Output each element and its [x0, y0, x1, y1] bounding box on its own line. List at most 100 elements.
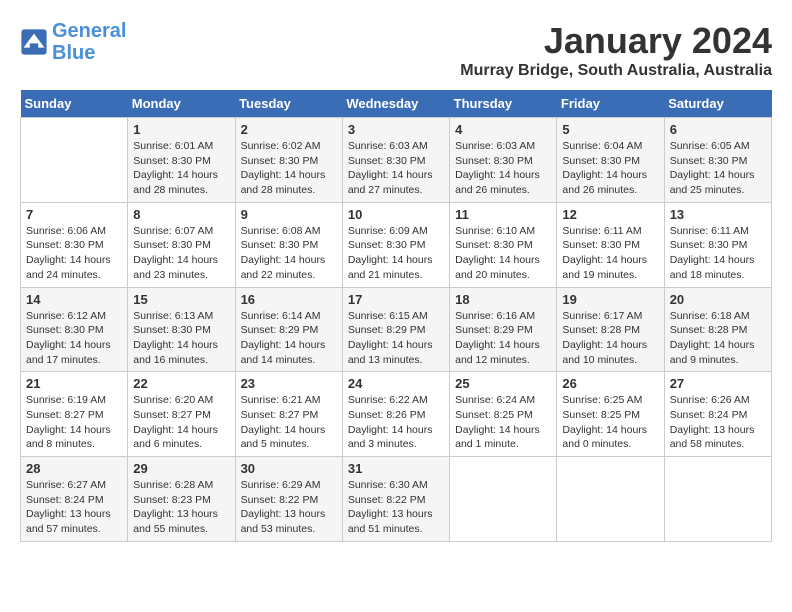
- calendar-table: SundayMondayTuesdayWednesdayThursdayFrid…: [20, 90, 772, 542]
- calendar-cell: 7Sunrise: 6:06 AM Sunset: 8:30 PM Daylig…: [21, 202, 128, 287]
- calendar-cell: [664, 457, 771, 542]
- day-number: 9: [241, 207, 337, 222]
- day-number: 22: [133, 376, 229, 391]
- calendar-cell: 8Sunrise: 6:07 AM Sunset: 8:30 PM Daylig…: [128, 202, 235, 287]
- page-header: General Blue January 2024 Murray Bridge,…: [20, 20, 772, 80]
- day-info: Sunrise: 6:08 AM Sunset: 8:30 PM Dayligh…: [241, 224, 337, 283]
- calendar-week-row: 28 Sunrise: 6:27 AM Sunset: 8:24 PM Dayli…: [21, 457, 772, 542]
- logo-line1: General: [52, 20, 126, 42]
- calendar-week-row: 21 Sunrise: 6:19 AM Sunset: 8:27 PM Dayli…: [21, 372, 772, 457]
- day-number: 19: [562, 292, 658, 307]
- calendar-cell: 18Sunrise: 6:16 AM Sunset: 8:29 PM Dayli…: [450, 287, 557, 372]
- day-number: 16: [241, 292, 337, 307]
- calendar-week-row: 14 Sunrise: 6:12 AM Sunset: 8:30 PM Dayli…: [21, 287, 772, 372]
- calendar-cell: 5 Sunrise: 6:04 AM Sunset: 8:30 PM Daylig…: [557, 118, 664, 203]
- logo: General Blue: [20, 20, 126, 64]
- day-number: 20: [670, 292, 766, 307]
- day-info: Sunrise: 6:27 AM Sunset: 8:24 PM Dayligh…: [26, 478, 122, 537]
- day-number: 24: [348, 376, 444, 391]
- day-info: Sunrise: 6:17 AM Sunset: 8:28 PM Dayligh…: [562, 309, 658, 368]
- day-info: Sunrise: 6:01 AM Sunset: 8:30 PM Dayligh…: [133, 139, 229, 198]
- day-number: 15: [133, 292, 229, 307]
- day-number: 31: [348, 461, 444, 476]
- weekday-header-sunday: Sunday: [21, 90, 128, 118]
- calendar-cell: 6Sunrise: 6:05 AM Sunset: 8:30 PM Daylig…: [664, 118, 771, 203]
- day-number: 21: [26, 376, 122, 391]
- day-info: Sunrise: 6:25 AM Sunset: 8:25 PM Dayligh…: [562, 393, 658, 452]
- day-info: Sunrise: 6:29 AM Sunset: 8:22 PM Dayligh…: [241, 478, 337, 537]
- calendar-cell: 15 Sunrise: 6:13 AM Sunset: 8:30 PM Dayli…: [128, 287, 235, 372]
- calendar-cell: 24 Sunrise: 6:22 AM Sunset: 8:26 PM Dayli…: [342, 372, 449, 457]
- calendar-week-row: 1Sunrise: 6:01 AM Sunset: 8:30 PM Daylig…: [21, 118, 772, 203]
- calendar-cell: 28 Sunrise: 6:27 AM Sunset: 8:24 PM Dayli…: [21, 457, 128, 542]
- day-info: Sunrise: 6:13 AM Sunset: 8:30 PM Dayligh…: [133, 309, 229, 368]
- weekday-header-wednesday: Wednesday: [342, 90, 449, 118]
- day-info: Sunrise: 6:03 AM Sunset: 8:30 PM Dayligh…: [348, 139, 444, 198]
- day-info: Sunrise: 6:06 AM Sunset: 8:30 PM Dayligh…: [26, 224, 122, 283]
- day-number: 27: [670, 376, 766, 391]
- day-number: 14: [26, 292, 122, 307]
- calendar-cell: 3 Sunrise: 6:03 AM Sunset: 8:30 PM Daylig…: [342, 118, 449, 203]
- day-info: Sunrise: 6:05 AM Sunset: 8:30 PM Dayligh…: [670, 139, 766, 198]
- day-number: 11: [455, 207, 551, 222]
- day-info: Sunrise: 6:30 AM Sunset: 8:22 PM Dayligh…: [348, 478, 444, 537]
- day-number: 13: [670, 207, 766, 222]
- calendar-week-row: 7Sunrise: 6:06 AM Sunset: 8:30 PM Daylig…: [21, 202, 772, 287]
- day-info: Sunrise: 6:22 AM Sunset: 8:26 PM Dayligh…: [348, 393, 444, 452]
- day-info: Sunrise: 6:24 AM Sunset: 8:25 PM Dayligh…: [455, 393, 551, 452]
- day-info: Sunrise: 6:04 AM Sunset: 8:30 PM Dayligh…: [562, 139, 658, 198]
- day-number: 10: [348, 207, 444, 222]
- day-number: 3: [348, 122, 444, 137]
- calendar-cell: [450, 457, 557, 542]
- weekday-header-row: SundayMondayTuesdayWednesdayThursdayFrid…: [21, 90, 772, 118]
- calendar-cell: 13 Sunrise: 6:11 AM Sunset: 8:30 PM Dayli…: [664, 202, 771, 287]
- weekday-header-saturday: Saturday: [664, 90, 771, 118]
- day-info: Sunrise: 6:26 AM Sunset: 8:24 PM Dayligh…: [670, 393, 766, 452]
- weekday-header-thursday: Thursday: [450, 90, 557, 118]
- day-number: 23: [241, 376, 337, 391]
- calendar-cell: [557, 457, 664, 542]
- calendar-title: January 2024: [460, 20, 772, 62]
- calendar-cell: 4 Sunrise: 6:03 AM Sunset: 8:30 PM Daylig…: [450, 118, 557, 203]
- day-number: 28: [26, 461, 122, 476]
- day-number: 2: [241, 122, 337, 137]
- calendar-cell: 26 Sunrise: 6:25 AM Sunset: 8:25 PM Dayli…: [557, 372, 664, 457]
- day-number: 17: [348, 292, 444, 307]
- logo-icon: [20, 28, 48, 56]
- day-info: Sunrise: 6:09 AM Sunset: 8:30 PM Dayligh…: [348, 224, 444, 283]
- day-number: 8: [133, 207, 229, 222]
- day-info: Sunrise: 6:15 AM Sunset: 8:29 PM Dayligh…: [348, 309, 444, 368]
- day-info: Sunrise: 6:11 AM Sunset: 8:30 PM Dayligh…: [670, 224, 766, 283]
- weekday-header-friday: Friday: [557, 90, 664, 118]
- calendar-cell: 12Sunrise: 6:11 AM Sunset: 8:30 PM Dayli…: [557, 202, 664, 287]
- calendar-cell: 19 Sunrise: 6:17 AM Sunset: 8:28 PM Dayli…: [557, 287, 664, 372]
- day-number: 25: [455, 376, 551, 391]
- day-number: 29: [133, 461, 229, 476]
- day-info: Sunrise: 6:02 AM Sunset: 8:30 PM Dayligh…: [241, 139, 337, 198]
- day-info: Sunrise: 6:18 AM Sunset: 8:28 PM Dayligh…: [670, 309, 766, 368]
- day-info: Sunrise: 6:28 AM Sunset: 8:23 PM Dayligh…: [133, 478, 229, 537]
- calendar-cell: 20 Sunrise: 6:18 AM Sunset: 8:28 PM Dayli…: [664, 287, 771, 372]
- calendar-cell: 17 Sunrise: 6:15 AM Sunset: 8:29 PM Dayli…: [342, 287, 449, 372]
- calendar-cell: 25 Sunrise: 6:24 AM Sunset: 8:25 PM Dayli…: [450, 372, 557, 457]
- day-info: Sunrise: 6:03 AM Sunset: 8:30 PM Dayligh…: [455, 139, 551, 198]
- day-number: 26: [562, 376, 658, 391]
- day-info: Sunrise: 6:19 AM Sunset: 8:27 PM Dayligh…: [26, 393, 122, 452]
- calendar-cell: 22Sunrise: 6:20 AM Sunset: 8:27 PM Dayli…: [128, 372, 235, 457]
- calendar-cell: 29 Sunrise: 6:28 AM Sunset: 8:23 PM Dayli…: [128, 457, 235, 542]
- day-info: Sunrise: 6:12 AM Sunset: 8:30 PM Dayligh…: [26, 309, 122, 368]
- calendar-cell: 31 Sunrise: 6:30 AM Sunset: 8:22 PM Dayli…: [342, 457, 449, 542]
- day-number: 4: [455, 122, 551, 137]
- day-info: Sunrise: 6:14 AM Sunset: 8:29 PM Dayligh…: [241, 309, 337, 368]
- calendar-cell: 23 Sunrise: 6:21 AM Sunset: 8:27 PM Dayli…: [235, 372, 342, 457]
- day-info: Sunrise: 6:21 AM Sunset: 8:27 PM Dayligh…: [241, 393, 337, 452]
- calendar-cell: 9 Sunrise: 6:08 AM Sunset: 8:30 PM Daylig…: [235, 202, 342, 287]
- day-number: 5: [562, 122, 658, 137]
- day-number: 18: [455, 292, 551, 307]
- calendar-subtitle: Murray Bridge, South Australia, Australi…: [460, 62, 772, 80]
- day-number: 12: [562, 207, 658, 222]
- logo-text: General Blue: [52, 20, 126, 64]
- calendar-cell: 2 Sunrise: 6:02 AM Sunset: 8:30 PM Daylig…: [235, 118, 342, 203]
- calendar-cell: 1Sunrise: 6:01 AM Sunset: 8:30 PM Daylig…: [128, 118, 235, 203]
- day-info: Sunrise: 6:10 AM Sunset: 8:30 PM Dayligh…: [455, 224, 551, 283]
